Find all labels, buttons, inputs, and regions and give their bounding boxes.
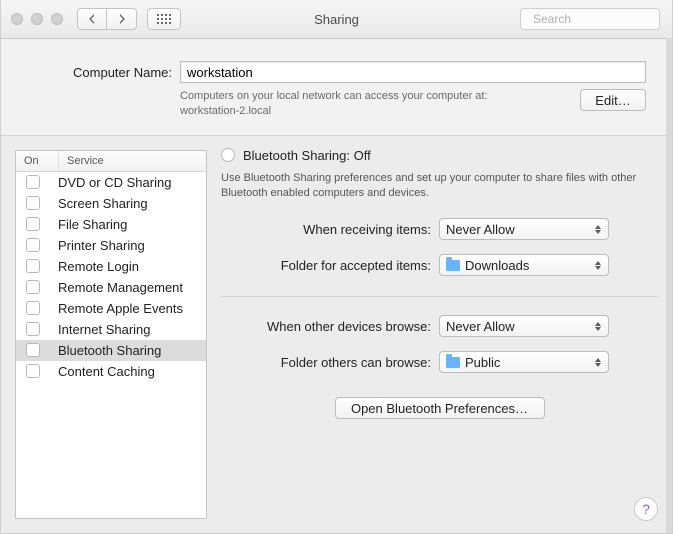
- service-enable-checkbox[interactable]: [26, 238, 40, 252]
- updown-icon: [592, 318, 604, 334]
- service-row-label: File Sharing: [50, 217, 206, 232]
- help-button[interactable]: ?: [634, 497, 658, 521]
- service-row[interactable]: Printer Sharing: [16, 235, 206, 256]
- updown-icon: [592, 257, 604, 273]
- service-row-label: Content Caching: [50, 364, 206, 379]
- service-row-label: Remote Login: [50, 259, 206, 274]
- service-enable-checkbox[interactable]: [26, 322, 40, 336]
- computer-name-section: Computer Name: Computers on your local n…: [1, 39, 672, 135]
- column-header-service[interactable]: Service: [59, 151, 206, 171]
- service-enable-checkbox[interactable]: [26, 196, 40, 210]
- service-detail: Bluetooth Sharing: Off Use Bluetooth Sha…: [221, 150, 658, 519]
- browse-folder-value: Public: [465, 355, 500, 370]
- service-status-indicator: [221, 148, 235, 162]
- service-title: Bluetooth Sharing: Off: [243, 148, 371, 163]
- sharing-preferences-window: Sharing Computer Name: Computers on your…: [0, 0, 673, 534]
- service-enable-checkbox[interactable]: [26, 217, 40, 231]
- service-row-checkbox-cell: [16, 238, 50, 252]
- help-line-1: Computers on your local network can acce…: [180, 90, 488, 102]
- close-window-button[interactable]: [11, 13, 23, 25]
- service-row[interactable]: Internet Sharing: [16, 319, 206, 340]
- service-row-checkbox-cell: [16, 196, 50, 210]
- service-row-checkbox-cell: [16, 259, 50, 273]
- computer-name-help: Computers on your local network can acce…: [180, 89, 568, 119]
- column-header-on[interactable]: On: [16, 151, 59, 171]
- service-row-checkbox-cell: [16, 343, 50, 357]
- zoom-window-button[interactable]: [51, 13, 63, 25]
- service-list-body: DVD or CD Sharing Screen Sharing File Shar…: [16, 172, 206, 518]
- forward-button[interactable]: [107, 8, 137, 30]
- service-row-label: Remote Management: [50, 280, 206, 295]
- service-enable-checkbox[interactable]: [26, 343, 40, 357]
- accepted-folder-value: Downloads: [465, 258, 529, 273]
- service-row[interactable]: DVD or CD Sharing: [16, 172, 206, 193]
- service-enable-checkbox[interactable]: [26, 301, 40, 315]
- service-row-checkbox-cell: [16, 217, 50, 231]
- service-row-checkbox-cell: [16, 175, 50, 189]
- nav-back-forward: [77, 8, 137, 30]
- service-row-label: Bluetooth Sharing: [50, 343, 206, 358]
- service-row-label: Printer Sharing: [50, 238, 206, 253]
- chevron-right-icon: [118, 14, 126, 24]
- service-row[interactable]: Remote Login: [16, 256, 206, 277]
- service-row-checkbox-cell: [16, 301, 50, 315]
- edit-hostname-button[interactable]: Edit…: [580, 89, 646, 111]
- search-input[interactable]: [531, 11, 673, 27]
- folder-icon: [446, 260, 460, 271]
- accepted-folder-label: Folder for accepted items:: [221, 258, 439, 273]
- grid-icon: [157, 14, 171, 24]
- service-enable-checkbox[interactable]: [26, 364, 40, 378]
- updown-icon: [592, 354, 604, 370]
- service-row-label: Internet Sharing: [50, 322, 206, 337]
- service-row[interactable]: Remote Management: [16, 277, 206, 298]
- search-field[interactable]: [520, 8, 660, 30]
- browse-folder-label: Folder others can browse:: [221, 355, 439, 370]
- service-enable-checkbox[interactable]: [26, 280, 40, 294]
- service-enable-checkbox[interactable]: [26, 259, 40, 273]
- updown-icon: [592, 221, 604, 237]
- service-list: On Service DVD or CD Sharing Screen Shari…: [15, 150, 207, 519]
- accepted-folder-popup[interactable]: Downloads: [439, 254, 609, 276]
- help-line-2: workstation-2.local: [180, 105, 271, 117]
- window-controls: [11, 13, 63, 25]
- open-bluetooth-prefs-button[interactable]: Open Bluetooth Preferences…: [335, 397, 545, 419]
- receiving-items-value: Never Allow: [446, 222, 515, 237]
- service-row-label: DVD or CD Sharing: [50, 175, 206, 190]
- service-row[interactable]: Screen Sharing: [16, 193, 206, 214]
- folder-icon: [446, 357, 460, 368]
- receiving-items-label: When receiving items:: [221, 222, 439, 237]
- service-row-checkbox-cell: [16, 322, 50, 336]
- services-area: On Service DVD or CD Sharing Screen Shari…: [1, 135, 672, 533]
- browse-folder-popup[interactable]: Public: [439, 351, 609, 373]
- other-browse-popup[interactable]: Never Allow: [439, 315, 609, 337]
- service-list-header: On Service: [16, 151, 206, 172]
- receiving-items-popup[interactable]: Never Allow: [439, 218, 609, 240]
- service-row[interactable]: Remote Apple Events: [16, 298, 206, 319]
- help-icon: ?: [642, 501, 650, 517]
- computer-name-label: Computer Name:: [27, 65, 180, 80]
- other-browse-value: Never Allow: [446, 319, 515, 334]
- service-row-label: Screen Sharing: [50, 196, 206, 211]
- service-row[interactable]: Bluetooth Sharing: [16, 340, 206, 361]
- minimize-window-button[interactable]: [31, 13, 43, 25]
- service-row[interactable]: File Sharing: [16, 214, 206, 235]
- service-row-checkbox-cell: [16, 364, 50, 378]
- service-row[interactable]: Content Caching: [16, 361, 206, 382]
- divider: [221, 296, 658, 297]
- back-button[interactable]: [77, 8, 107, 30]
- service-description: Use Bluetooth Sharing preferences and se…: [221, 171, 658, 201]
- computer-name-input[interactable]: [180, 61, 646, 83]
- service-enable-checkbox[interactable]: [26, 175, 40, 189]
- show-all-button[interactable]: [147, 8, 181, 30]
- other-browse-label: When other devices browse:: [221, 319, 439, 334]
- service-row-checkbox-cell: [16, 280, 50, 294]
- titlebar: Sharing: [1, 0, 672, 39]
- chevron-left-icon: [88, 14, 96, 24]
- service-row-label: Remote Apple Events: [50, 301, 206, 316]
